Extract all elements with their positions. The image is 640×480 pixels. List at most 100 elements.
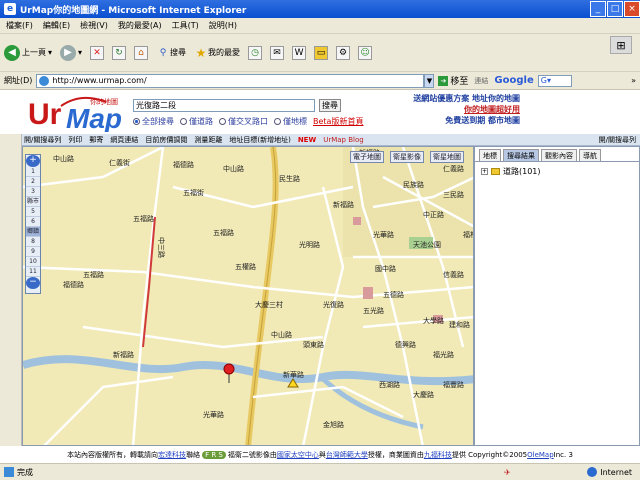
map-search-input[interactable]: 光復路二段 xyxy=(133,99,315,112)
zoom-level-5[interactable]: 5 xyxy=(26,207,40,217)
folder-button[interactable]: ▭ xyxy=(314,45,329,60)
menu-view[interactable]: 檢視(V) xyxy=(80,20,108,31)
go-label: 移至 xyxy=(450,77,469,87)
history-button[interactable]: ◷ xyxy=(248,45,263,60)
street-label: 五福路 xyxy=(83,270,104,279)
footer-link-nspo[interactable]: 國家太空中心 xyxy=(277,450,319,460)
house-price-link[interactable]: 目前房價調閱 xyxy=(145,135,187,145)
edit-button[interactable]: W xyxy=(292,45,307,60)
radio-intersections[interactable]: 僅交叉路口 xyxy=(219,116,268,127)
toggle-search-link[interactable]: 開/關搜尋列 xyxy=(24,135,61,145)
messenger-button[interactable]: ☺ xyxy=(358,45,373,60)
tab-satellite-image[interactable]: 衛星影像 xyxy=(390,151,424,163)
street-label: 三民路 xyxy=(443,190,464,199)
footer-link-ntnu[interactable]: 台灣師範大學 xyxy=(326,450,368,460)
zoom-level-7[interactable]: 鄉鎮 xyxy=(26,227,40,237)
search-button[interactable]: ⚲ 搜尋 xyxy=(156,46,186,60)
results-tree-item[interactable]: + 道路(101) xyxy=(475,162,639,181)
beta-homepage-link[interactable]: Beta版新首頁 xyxy=(313,116,363,127)
weblink-link[interactable]: 網頁連結 xyxy=(110,135,138,145)
email-link[interactable]: 郵寄 xyxy=(89,135,103,145)
tab-search-results[interactable]: 搜尋結果 xyxy=(503,149,539,161)
radio-landmarks[interactable]: 僅地標 xyxy=(274,116,307,127)
street-label: 福林路 xyxy=(463,230,474,239)
map-canvas[interactable]: 中三路 中山路 仁義街 福德路 中山路 五福街 五福路 五福路 民生路 五權路 五福路 福德路 大慶三… xyxy=(22,146,474,446)
footer-text: 與 xyxy=(318,450,326,459)
footer-link-olemap[interactable]: OleMap xyxy=(527,451,554,459)
minimize-button[interactable]: _ xyxy=(590,1,606,17)
mail-button[interactable]: ✉ xyxy=(270,45,285,60)
stop-button[interactable]: ✕ xyxy=(90,45,105,60)
back-button[interactable]: ◀ 上一頁 ▾ xyxy=(4,44,52,61)
toggle-search-right-link[interactable]: 開/關搜尋列 xyxy=(599,135,636,145)
zoom-level-10[interactable]: 10 xyxy=(26,257,40,267)
street-label: 頭東路 xyxy=(303,340,324,349)
tab-satellite-map[interactable]: 衛星地圖 xyxy=(430,151,464,163)
forward-dropdown-icon[interactable]: ▾ xyxy=(78,48,82,57)
zoom-level-9[interactable]: 9 xyxy=(26,247,40,257)
menu-tools[interactable]: 工具(T) xyxy=(172,20,199,31)
toolbar-overflow[interactable]: » xyxy=(631,76,636,85)
street-label: 天池公園 xyxy=(413,240,441,249)
tab-landmarks[interactable]: 地標 xyxy=(479,149,501,161)
radio-all[interactable]: 全部搜尋 xyxy=(133,116,174,127)
radio-roads[interactable]: 僅道路 xyxy=(180,116,213,127)
radio-dot xyxy=(274,118,281,125)
urmap-blog-link[interactable]: UrMap Blog xyxy=(323,136,363,144)
address-target-link[interactable]: 地址目標(新增地址) xyxy=(229,135,290,145)
privacy-icon[interactable]: ✈ xyxy=(504,468,511,477)
zoom-out-button[interactable]: − xyxy=(26,277,40,289)
zoom-level-3[interactable]: 3 xyxy=(26,187,40,197)
search-scope-options: 全部搜尋 僅道路 僅交叉路口 僅地標 Beta版新首頁 xyxy=(133,116,363,127)
go-button[interactable]: ➔ 移至 xyxy=(438,74,468,87)
favorites-button[interactable]: ★ 我的最愛 xyxy=(194,46,240,60)
radio-dot xyxy=(133,118,140,125)
new-badge: NEW xyxy=(297,135,317,144)
google-search-input[interactable]: G▾ xyxy=(537,74,572,87)
zoom-level-4[interactable]: 縣市 xyxy=(26,197,40,207)
footer-link-htc[interactable]: 宏達科技 xyxy=(158,450,186,460)
zoom-level-6[interactable]: 6 xyxy=(26,217,40,227)
street-label: 大慶路 xyxy=(413,390,434,399)
tab-electronic-map[interactable]: 電子地圖 xyxy=(350,151,384,163)
address-label: 網址(D) xyxy=(4,76,33,85)
footer-link-jiufu[interactable]: 九福科技 xyxy=(424,450,452,460)
zoom-level-8[interactable]: 8 xyxy=(26,237,40,247)
map-search-button[interactable]: 搜尋 xyxy=(319,99,341,112)
refresh-button[interactable]: ↻ xyxy=(112,45,127,60)
menu-help[interactable]: 說明(H) xyxy=(209,20,237,31)
location-marker-icon[interactable] xyxy=(223,363,235,383)
street-label: 中山路 xyxy=(223,164,244,173)
address-dropdown-icon[interactable]: ▼ xyxy=(424,73,435,88)
menu-edit[interactable]: 編輯(E) xyxy=(43,20,70,31)
zoom-level-1[interactable]: 1 xyxy=(26,167,40,177)
expand-icon[interactable]: + xyxy=(481,168,488,175)
home-button[interactable]: ⌂ xyxy=(134,45,149,60)
svg-text:Map: Map xyxy=(66,103,122,132)
street-label: 五光路 xyxy=(363,306,384,315)
footer-text: 本站內容版權所有，轉載請向 xyxy=(67,450,159,459)
zoom-in-button[interactable]: + xyxy=(26,155,40,167)
close-button[interactable]: × xyxy=(624,1,640,17)
links-label[interactable]: 連結 xyxy=(474,76,488,86)
tab-navigation[interactable]: 導航 xyxy=(579,149,601,161)
measure-distance-link[interactable]: 測量距離 xyxy=(194,135,222,145)
zoom-level-2[interactable]: 2 xyxy=(26,177,40,187)
back-label: 上一頁 xyxy=(22,48,46,57)
maximize-button[interactable]: □ xyxy=(607,1,623,17)
street-label: 金旭路 xyxy=(323,420,344,429)
urmap-logo[interactable]: Ur Map 你的地圖 xyxy=(26,92,136,134)
tab-view-content[interactable]: 觀影內容 xyxy=(541,149,577,161)
back-dropdown-icon[interactable]: ▾ xyxy=(48,48,52,57)
zoom-level-11[interactable]: 11 xyxy=(26,267,40,277)
page-footer: 本站內容版權所有，轉載請向 宏達科技 聯絡 F R S 福衛二號影像由 國家太空… xyxy=(0,446,640,463)
tools-button[interactable]: ⚙ xyxy=(336,45,351,60)
frs-badge[interactable]: F R S xyxy=(202,450,226,459)
print-link[interactable]: 列印 xyxy=(68,135,82,145)
menu-favorites[interactable]: 我的最愛(A) xyxy=(118,20,162,31)
address-input[interactable]: http://www.urmap.com/ xyxy=(36,73,425,88)
menu-file[interactable]: 檔案(F) xyxy=(6,20,33,31)
favorites-label: 我的最愛 xyxy=(208,48,241,57)
forward-button[interactable]: ▶ ▾ xyxy=(60,44,82,61)
promo-banner[interactable]: 送網站優惠方案 地址你的地圖 你的地圖超好用 免費送到期 都市地圖 xyxy=(370,93,520,126)
